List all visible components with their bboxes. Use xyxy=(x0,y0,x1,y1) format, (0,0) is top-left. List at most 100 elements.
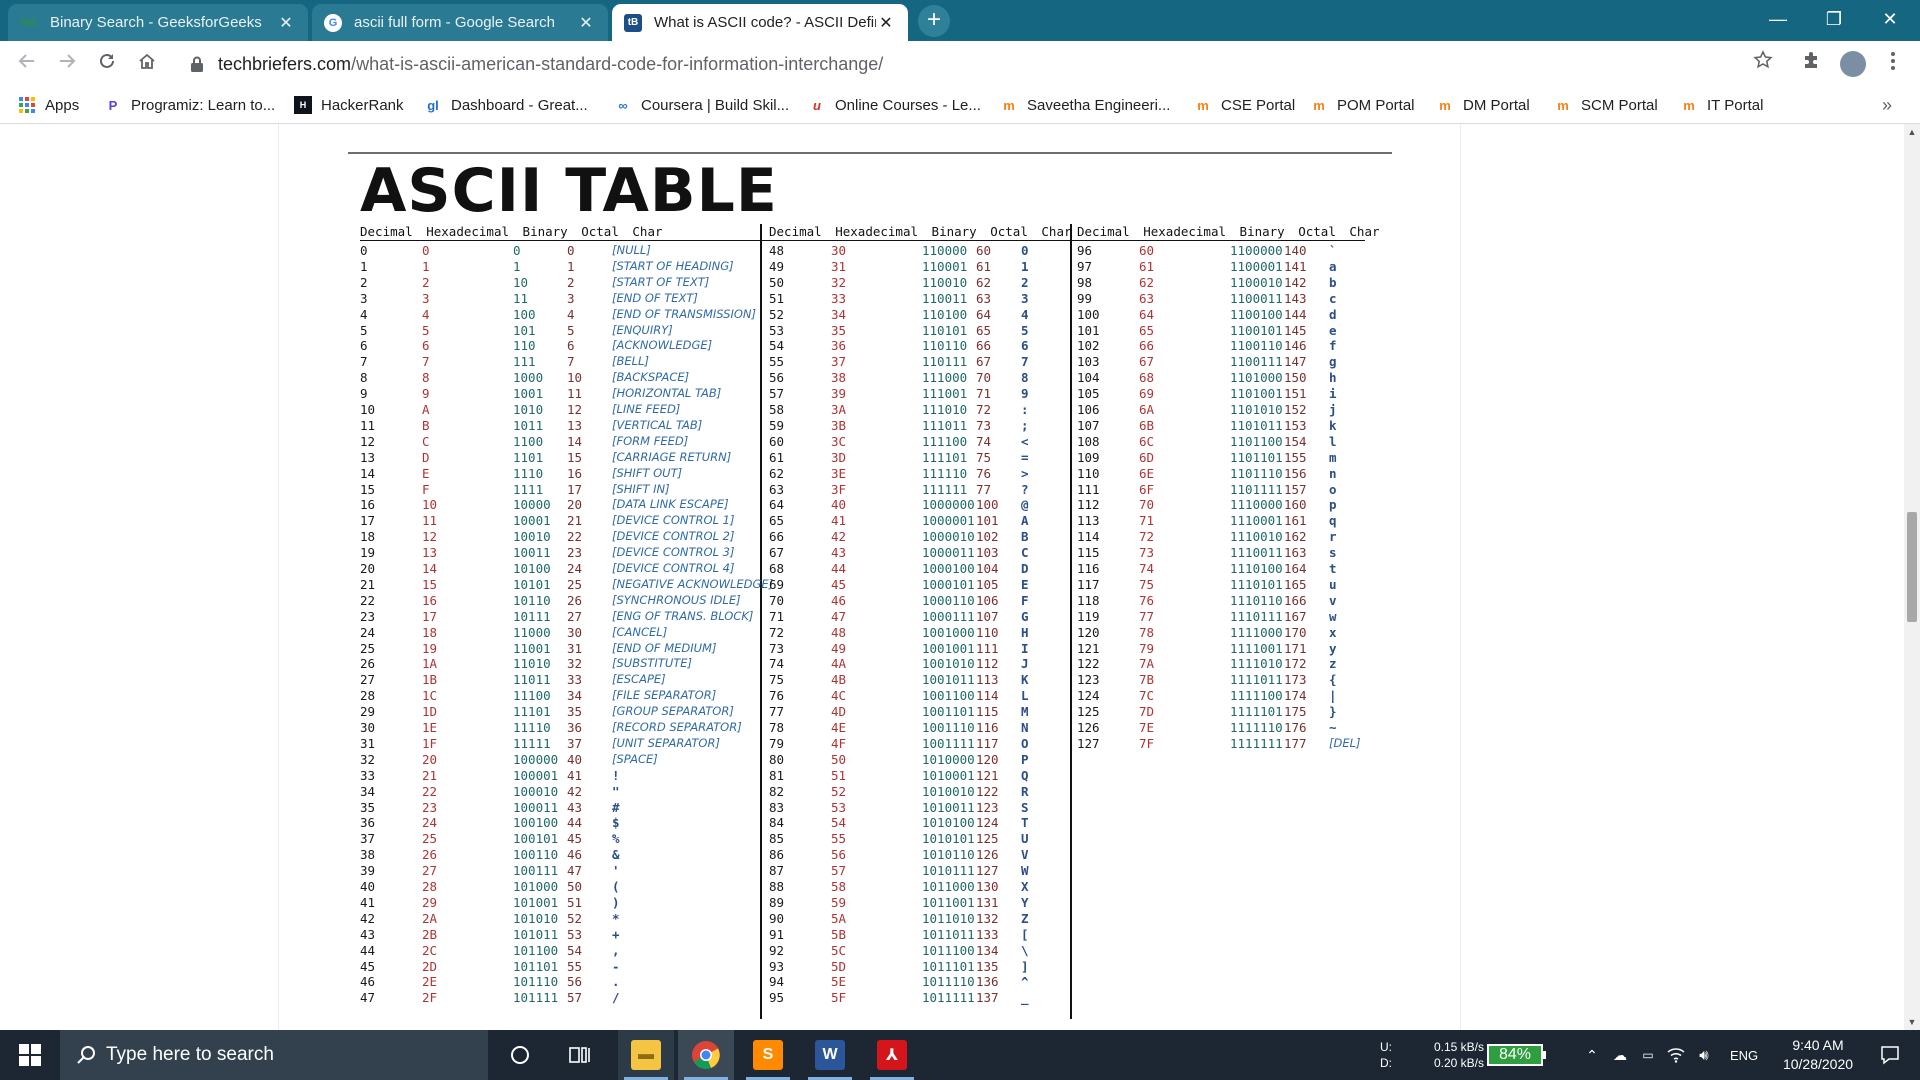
ascii-binary: 111010 xyxy=(922,402,968,417)
bookmark-coursera[interactable]: ∞ Coursera | Build Skil... xyxy=(614,87,789,123)
taskbar-search[interactable]: Type here to search xyxy=(60,1030,488,1080)
profile-avatar[interactable] xyxy=(1838,49,1868,79)
tab-geeksforgeeks[interactable]: GG Binary Search - GeeksforGeeks ✕ xyxy=(8,4,308,41)
onedrive-tray[interactable]: ☁ xyxy=(1608,1030,1632,1080)
maximize-button[interactable]: ❐ xyxy=(1806,0,1862,38)
chrome-menu-button[interactable] xyxy=(1878,49,1908,79)
ascii-hex: 24 xyxy=(422,815,438,831)
ascii-hex: 30 xyxy=(831,243,847,258)
ascii-char: ( xyxy=(612,879,620,894)
bookmark-hackerrank[interactable]: H HackerRank xyxy=(294,87,404,123)
bookmark-apps[interactable]: Apps xyxy=(18,87,79,123)
show-hidden-icons-button[interactable]: ⌃ xyxy=(1580,1030,1604,1080)
tab-techbriefers[interactable]: tB What is ASCII code? - ASCII Defin ✕ xyxy=(612,4,908,41)
taskbar-sublime-text[interactable]: S xyxy=(740,1030,796,1080)
bookmark-pom-portal[interactable]: m POM Portal xyxy=(1310,87,1414,123)
task-view-button[interactable] xyxy=(556,1030,604,1080)
clock[interactable]: 9:40 AM 10/28/2020 xyxy=(1768,1030,1868,1080)
bookmark-online-courses[interactable]: u Online Courses - Le... xyxy=(808,87,981,123)
close-icon[interactable]: ✕ xyxy=(276,13,296,33)
ascii-char: [SPACE] xyxy=(612,751,658,766)
ascii-char: O xyxy=(1021,735,1029,751)
ascii-binary: 1010100 xyxy=(922,815,975,831)
ascii-decimal: 17 xyxy=(360,513,376,529)
bookmark-star-button[interactable] xyxy=(1748,49,1778,79)
ascii-binary: 1011100 xyxy=(922,942,975,958)
ascii-char: I xyxy=(1021,640,1029,656)
ascii-hex: 19 xyxy=(422,640,438,656)
ascii-decimal: 69 xyxy=(769,576,785,592)
ascii-hex: 6 xyxy=(422,338,430,354)
ascii-decimal: 86 xyxy=(769,847,785,863)
ascii-binary: 100000 xyxy=(513,751,559,767)
minimize-button[interactable]: — xyxy=(1750,0,1806,38)
ascii-hex: 3A xyxy=(831,402,847,417)
taskbar-acrobat[interactable]: ⅄ xyxy=(864,1030,920,1080)
close-window-button[interactable]: ✕ xyxy=(1862,0,1918,38)
ascii-hex: 31 xyxy=(831,258,847,274)
extensions-button[interactable] xyxy=(1796,49,1826,79)
header-underline xyxy=(360,240,1365,241)
scrollbar-thumb[interactable] xyxy=(1907,512,1917,622)
ascii-hex: 25 xyxy=(422,831,438,847)
ascii-binary: 1111 xyxy=(513,481,544,497)
ascii-decimal: 112 xyxy=(1077,497,1100,513)
bookmark-dm-portal[interactable]: m DM Portal xyxy=(1436,87,1529,123)
tab-google-search[interactable]: G ascii full form - Google Search ✕ xyxy=(312,4,608,41)
ascii-octal: 163 xyxy=(1284,545,1307,561)
ascii-octal: 157 xyxy=(1284,481,1307,497)
ascii-binary: 1011110 xyxy=(922,974,975,990)
ascii-hex: 73 xyxy=(1139,545,1155,561)
start-button[interactable] xyxy=(0,1030,60,1080)
wifi-tray[interactable] xyxy=(1664,1030,1688,1080)
ascii-binary: 1101111 xyxy=(1230,481,1283,497)
volume-tray[interactable]: 🔊︎ xyxy=(1692,1030,1716,1080)
bookmark-label: Dashboard - Great... xyxy=(451,96,588,114)
battery-tray[interactable]: ▭ xyxy=(1636,1030,1660,1080)
ascii-hex: 43 xyxy=(831,545,847,561)
bookmark-it-portal[interactable]: m IT Portal xyxy=(1680,87,1763,123)
ascii-octal: 160 xyxy=(1284,497,1307,513)
taskbar-file-explorer[interactable]: ▬ xyxy=(618,1030,674,1080)
ascii-decimal: 89 xyxy=(769,894,785,910)
back-button[interactable] xyxy=(12,49,42,79)
bookmark-cse-portal[interactable]: m CSE Portal xyxy=(1194,87,1295,123)
scroll-up-icon[interactable]: ▲ xyxy=(1904,124,1920,140)
scroll-down-icon[interactable]: ▼ xyxy=(1904,1014,1920,1030)
ascii-octal: 135 xyxy=(976,958,999,974)
notifications-button[interactable] xyxy=(1866,1030,1914,1080)
ascii-char: T xyxy=(1021,815,1029,831)
taskbar-chrome[interactable] xyxy=(678,1030,734,1080)
language-indicator[interactable]: ENG xyxy=(1730,1030,1758,1080)
ascii-binary: 110010 xyxy=(922,274,968,290)
ascii-decimal: 111 xyxy=(1077,481,1100,497)
address-bar[interactable]: techbriefers.com/what-is-ascii-american-… xyxy=(174,47,1774,81)
ascii-char: a xyxy=(1329,258,1337,274)
ascii-decimal: 113 xyxy=(1077,513,1100,529)
forward-button[interactable] xyxy=(52,49,82,79)
battery-meter: 84% xyxy=(1487,1030,1546,1080)
ascii-hex: 41 xyxy=(831,513,847,529)
taskbar-word[interactable]: W xyxy=(802,1030,858,1080)
reload-button[interactable] xyxy=(92,49,122,79)
close-icon[interactable]: ✕ xyxy=(876,13,896,33)
close-icon[interactable]: ✕ xyxy=(576,13,596,33)
cortana-button[interactable] xyxy=(496,1030,544,1080)
kebab-menu-icon xyxy=(1891,52,1895,70)
ascii-decimal: 77 xyxy=(769,704,785,720)
bookmark-programiz[interactable]: P Programiz: Learn to... xyxy=(104,87,276,123)
ascii-hex: 6C xyxy=(1139,433,1155,449)
moodle-icon: m xyxy=(1439,97,1451,113)
folder-icon: ▬ xyxy=(631,1040,661,1070)
ascii-hex: 2A xyxy=(422,910,438,926)
moodle-icon: m xyxy=(1683,97,1695,113)
bookmark-scm-portal[interactable]: m SCM Portal xyxy=(1554,87,1657,123)
bookmark-saveetha[interactable]: m Saveetha Engineeri... xyxy=(1000,87,1170,123)
ascii-decimal: 37 xyxy=(360,831,376,847)
home-button[interactable] xyxy=(132,49,162,79)
new-tab-button[interactable]: + xyxy=(918,5,950,37)
ascii-hex: 37 xyxy=(831,354,847,370)
bookmark-great-learning[interactable]: gl Dashboard - Great... xyxy=(424,87,588,123)
bookmarks-overflow-button[interactable]: » xyxy=(1882,87,1892,123)
page-scrollbar[interactable]: ▲ ▼ xyxy=(1904,124,1920,1030)
